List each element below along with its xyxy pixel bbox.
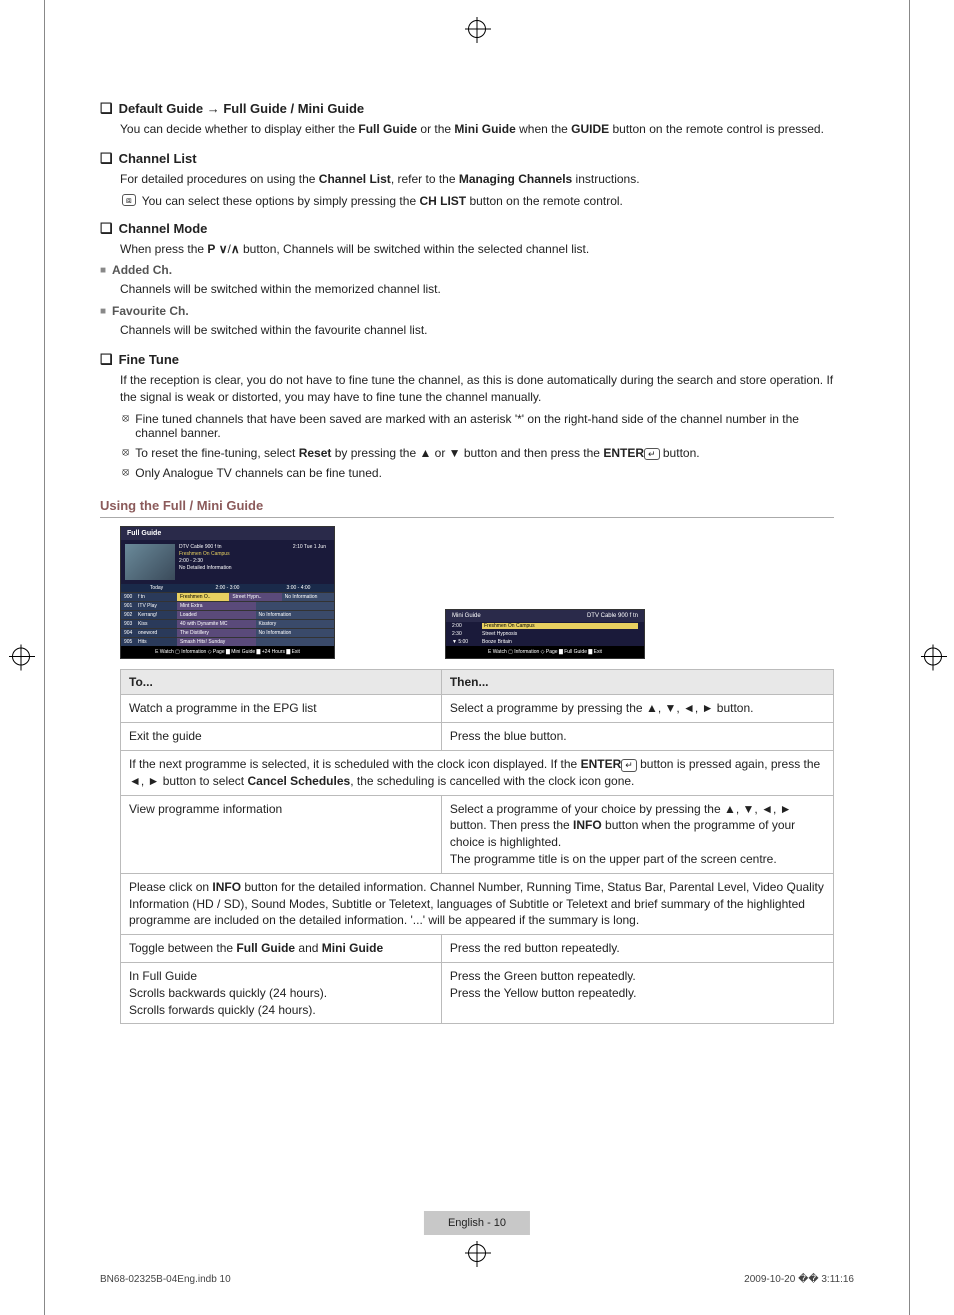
guide-row: 905HitsSmash Hits! Sunday (121, 637, 334, 646)
default-guide-section: ❑ Default Guide → Full Guide / Mini Guid… (120, 100, 834, 138)
down-icon: ∨ (219, 242, 228, 256)
table-row: Watch a programme in the EPG list Select… (121, 695, 834, 723)
registration-mark-bottom (468, 1244, 486, 1265)
remote-button-icon: ⧈ (122, 194, 136, 207)
mini-guide-footer: E Watch ▢ Information ◇ Page ▇ Full Guid… (446, 646, 644, 658)
fine-tune-note-2: ⦻ To reset the fine-tuning, select Reset… (122, 446, 834, 461)
bullet-icon: ❑ (100, 150, 113, 167)
table-note-row: Please click on INFO button for the deta… (121, 873, 834, 934)
manual-page: ❑ Default Guide → Full Guide / Mini Guid… (0, 0, 954, 1315)
full-guide-screenshot: Full Guide DTV Cable 900 f tn Freshmen O… (120, 526, 335, 659)
mini-guide-row: 2:00Freshmen On Campus (446, 622, 644, 630)
preview-thumbnail (125, 544, 175, 580)
fine-tune-note-1: ⦻ Fine tuned channels that have been sav… (122, 412, 834, 440)
footer: BN68-02325B-04Eng.indb 10 2009-10-20 �� … (100, 1274, 854, 1285)
guide-row: 901ITV PlayMint Extra (121, 601, 334, 610)
mini-guide-header: Mini Guide DTV Cable 900 f tn (446, 610, 644, 622)
bullet-icon: ❑ (100, 351, 113, 368)
channel-list-heading: ❑ Channel List (100, 150, 834, 167)
guide-row: 900f tnFreshmen O..Street Hypn..No Infor… (121, 592, 334, 601)
guide-row: 904onewordThe DistilleryNo Information (121, 628, 334, 637)
mini-guide-row: 2:30Street Hypnosis (446, 630, 644, 638)
channel-mode-section: ❑ Channel Mode When press the P ∨/∧ butt… (120, 220, 834, 339)
enter-icon: ↵ (644, 448, 660, 461)
table-row: Toggle between the Full Guide and Mini G… (121, 935, 834, 963)
then-header: Then... (441, 670, 833, 695)
table-header-row: To... Then... (121, 670, 834, 695)
fine-tune-section: ❑ Fine Tune If the reception is clear, y… (120, 351, 834, 480)
footer-filename: BN68-02325B-04Eng.indb 10 (100, 1274, 231, 1285)
note-icon: ⦻ (122, 466, 129, 479)
default-guide-heading: ❑ Default Guide → Full Guide / Mini Guid… (100, 100, 834, 117)
added-ch-heading: ■ Added Ch. (100, 263, 834, 277)
to-header: To... (121, 670, 442, 695)
channel-list-section: ❑ Channel List For detailed procedures o… (120, 150, 834, 208)
mini-guide-row: ▼ 5:00Booze Britain (446, 638, 644, 646)
note-icon: ⦻ (122, 412, 129, 425)
fine-tune-heading: ❑ Fine Tune (100, 351, 834, 368)
table-row: Exit the guide Press the blue button. (121, 723, 834, 751)
trim-line-right (909, 0, 910, 1315)
guide-screenshots: Full Guide DTV Cable 900 f tn Freshmen O… (120, 526, 834, 659)
programme-meta: DTV Cable 900 f tn Freshmen On Campus 2:… (179, 544, 289, 580)
time-slots: Today 2:00 - 3:00 3:00 - 4:00 (121, 584, 334, 592)
heading-text-b: Full Guide / Mini Guide (223, 101, 364, 116)
square-bullet-icon: ■ (100, 265, 106, 276)
registration-mark-top (468, 20, 486, 41)
channel-mode-heading: ❑ Channel Mode (100, 220, 834, 237)
heading-text: Default Guide (119, 101, 204, 116)
note-icon: ⦻ (122, 446, 129, 459)
bullet-icon: ❑ (100, 220, 113, 237)
using-guide-heading: Using the Full / Mini Guide (100, 498, 834, 518)
fine-tune-desc: If the reception is clear, you do not ha… (120, 372, 834, 406)
date-label: 2:10 Tue 1 Jun (293, 544, 330, 580)
page-number: English - 10 (424, 1211, 530, 1235)
registration-mark-left (12, 647, 30, 668)
page-content: ❑ Default Guide → Full Guide / Mini Guid… (120, 100, 834, 1024)
full-guide-footer: E Watch ▢ Information ◇ Page ▇ Mini Guid… (121, 646, 334, 658)
table-row: In Full Guide Scrolls backwards quickly … (121, 962, 834, 1023)
square-bullet-icon: ■ (100, 306, 106, 317)
fav-ch-heading: ■ Favourite Ch. (100, 304, 834, 318)
guide-row: 902Kerrang!LoadedNo Information (121, 610, 334, 619)
bullet-icon: ❑ (100, 100, 113, 117)
channel-list-note: ⧈ You can select these options by simply… (122, 194, 834, 208)
registration-mark-right (924, 647, 942, 668)
channel-mode-desc: When press the P ∨/∧ button, Channels wi… (120, 241, 834, 258)
table-row: View programme information Select a prog… (121, 795, 834, 873)
default-guide-desc: You can decide whether to display either… (120, 121, 834, 138)
instruction-table: To... Then... Watch a programme in the E… (120, 669, 834, 1024)
table-note-row: If the next programme is selected, it is… (121, 750, 834, 795)
added-ch-desc: Channels will be switched within the mem… (120, 281, 834, 298)
up-icon: ∧ (231, 242, 240, 256)
arrow-icon: → (207, 101, 220, 116)
guide-row: 903Kiss40 with Dynamite MCKisstory (121, 619, 334, 628)
enter-icon: ↵ (621, 759, 637, 772)
mini-guide-screenshot: Mini Guide DTV Cable 900 f tn 2:00Freshm… (445, 609, 645, 659)
trim-line-left (44, 0, 45, 1315)
full-guide-title: Full Guide (121, 527, 334, 540)
fine-tune-note-3: ⦻ Only Analogue TV channels can be fine … (122, 466, 834, 480)
footer-timestamp: 2009-10-20 �� 3:11:16 (744, 1274, 854, 1285)
fav-ch-desc: Channels will be switched within the fav… (120, 322, 834, 339)
channel-list-desc: For detailed procedures on using the Cha… (120, 171, 834, 188)
